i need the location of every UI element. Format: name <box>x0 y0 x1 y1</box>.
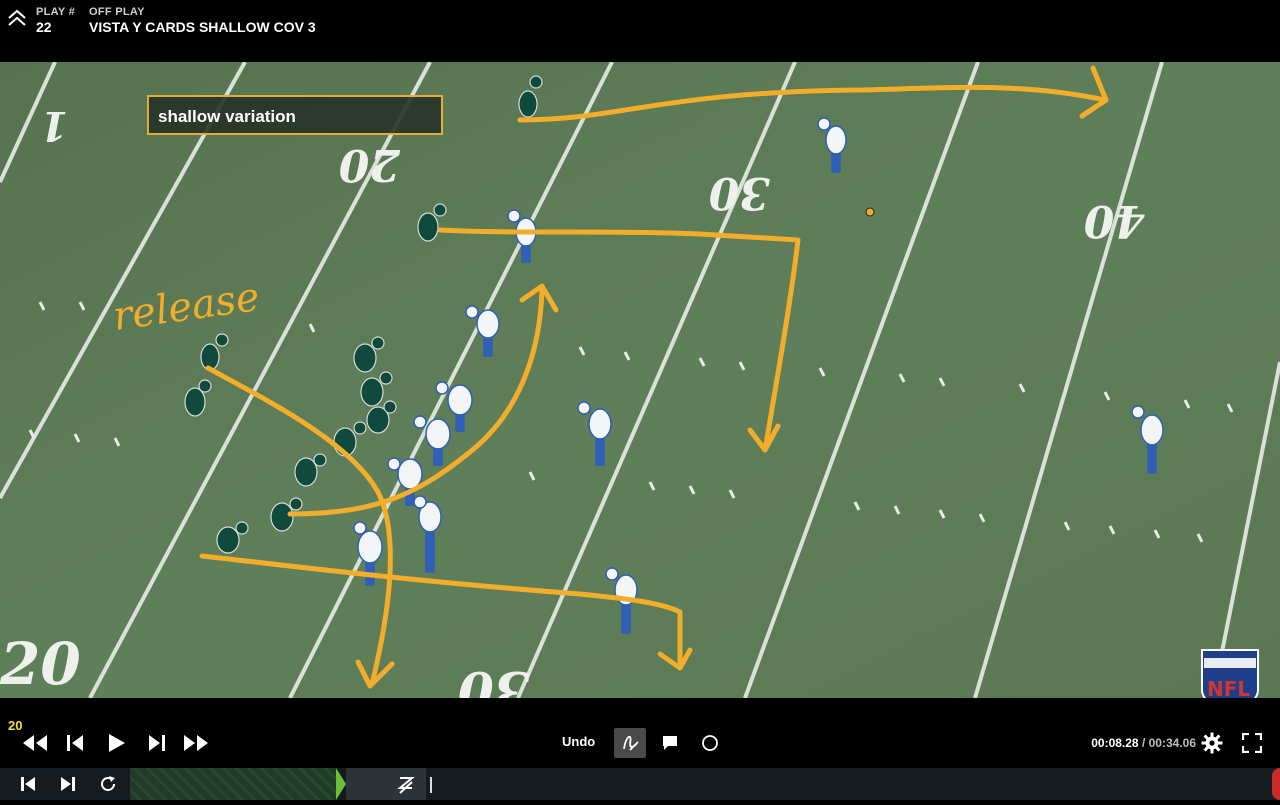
loop-icon <box>101 776 115 791</box>
yard-number: 1 <box>40 102 68 149</box>
skip-end-button[interactable] <box>56 774 80 794</box>
yard-number: 40 <box>1083 195 1145 246</box>
fast-forward-icon <box>184 735 208 751</box>
time-display: 00:08.28 / 00:34.06 <box>1091 736 1196 750</box>
timeline-track[interactable] <box>130 768 336 800</box>
nfl-logo-text: NFL <box>1207 677 1250 698</box>
annotation-text-box[interactable]: shallow variation <box>147 95 443 135</box>
step-forward-button[interactable] <box>144 731 170 755</box>
play-button[interactable] <box>103 731 129 755</box>
gear-icon <box>1201 732 1223 754</box>
timeline-marker[interactable] <box>336 768 346 800</box>
video-frame[interactable]: 1 20 30 40 20 30 release NFL shallow var… <box>0 62 1280 698</box>
rewind-button[interactable] <box>22 731 48 755</box>
playhead[interactable] <box>430 777 432 793</box>
header: PLAY # 22 OFF PLAY VISTA Y CARDS SHALLOW… <box>0 0 1280 62</box>
loop-button[interactable] <box>96 774 120 794</box>
step-forward-icon <box>149 735 165 751</box>
offensive-play-block: OFF PLAY VISTA Y CARDS SHALLOW COV 3 <box>89 6 316 35</box>
yard-number: 20 <box>338 139 401 190</box>
fullscreen-icon <box>1242 733 1262 753</box>
nfl-logo: NFL <box>1201 649 1259 698</box>
pen-tool-button[interactable] <box>614 728 646 758</box>
chevron-up-icon <box>8 9 26 26</box>
pen-icon <box>623 736 639 751</box>
fullscreen-button[interactable] <box>1239 731 1265 755</box>
yard-number: 30 <box>708 167 770 218</box>
fast-forward-button[interactable] <box>183 731 209 755</box>
settings-button[interactable] <box>1199 731 1225 755</box>
yard-number: 30 <box>458 659 530 698</box>
rewind-icon <box>23 735 47 751</box>
timeline-end-marker <box>1272 768 1280 800</box>
skip-start-button[interactable] <box>16 774 40 794</box>
playback-speed[interactable]: 20 <box>8 718 22 733</box>
play-number-block: PLAY # 22 <box>36 6 75 35</box>
timeline-bar <box>0 768 1280 800</box>
play-icon <box>109 734 125 752</box>
play-number: 22 <box>36 19 52 35</box>
play-number-caption: PLAY # <box>36 6 76 18</box>
skip-end-icon <box>61 777 75 791</box>
comment-tool-button[interactable] <box>654 728 686 758</box>
undo-button[interactable]: Undo <box>562 734 595 749</box>
step-back-button[interactable] <box>62 731 88 755</box>
offensive-play-name: VISTA Y CARDS SHALLOW COV 3 <box>89 19 316 35</box>
time-separator: / <box>1138 736 1149 750</box>
time-current: 00:08.28 <box>1091 736 1139 750</box>
comment-icon <box>663 736 677 750</box>
time-total: 00:34.06 <box>1148 736 1196 750</box>
step-back-icon <box>67 735 83 751</box>
field-canvas[interactable]: 1 20 30 40 20 30 release NFL <box>0 62 1280 698</box>
circle-tool-button[interactable] <box>694 728 726 758</box>
marker-dot <box>865 207 875 217</box>
timeline-annotation-segment[interactable] <box>346 768 426 800</box>
collapse-button[interactable] <box>6 8 28 30</box>
skip-start-icon <box>21 777 35 791</box>
offensive-play-caption: OFF PLAY <box>89 6 145 18</box>
yard-number: 20 <box>0 630 81 698</box>
player-controls: 20 Undo 00:08.28 / 00:34.06 <box>0 698 1280 768</box>
scribble-icon <box>397 777 415 794</box>
circle-icon <box>702 735 718 751</box>
